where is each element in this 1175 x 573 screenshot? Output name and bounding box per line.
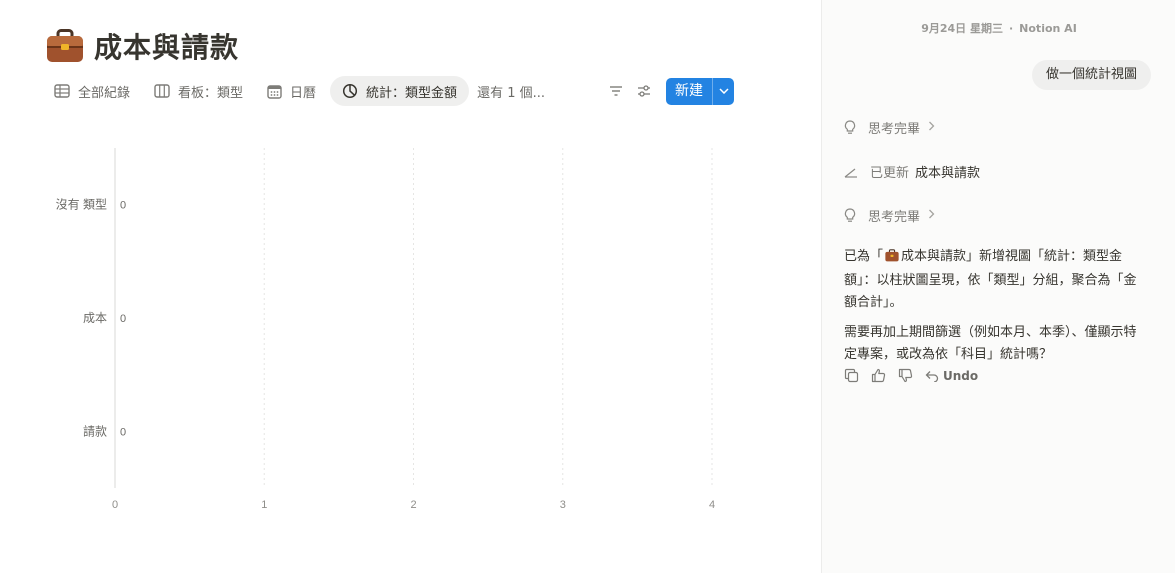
x-tick-label: 0 bbox=[112, 499, 118, 511]
assistant-name: Notion AI bbox=[1019, 22, 1077, 35]
page-title[interactable]: 成本與請款 bbox=[94, 26, 239, 66]
undo-button[interactable]: Undo bbox=[925, 369, 978, 383]
data-label: 0 bbox=[120, 200, 126, 212]
chevron-down-icon[interactable] bbox=[712, 77, 734, 105]
tab-label: 全部紀錄 bbox=[78, 85, 131, 101]
tab-board-type[interactable]: 看板：類型 bbox=[144, 76, 253, 106]
chevron-right-icon bbox=[928, 208, 947, 223]
message-actions: Undo bbox=[844, 368, 990, 383]
settings-sliders-icon[interactable] bbox=[632, 79, 656, 103]
answer-paragraph: 已為「 成本與請款」新增視圖「統計：類型金額」：以柱狀圖呈現，依「類型」分組，聚合… bbox=[844, 246, 1144, 314]
tab-label: 統計：類型金額 bbox=[366, 85, 458, 101]
tab-label: 日曆 bbox=[290, 85, 317, 101]
edit-icon bbox=[844, 168, 857, 178]
y-tick-label: 請款 bbox=[83, 424, 107, 438]
new-button-label: 新建 bbox=[675, 82, 703, 99]
step-label: 思考完畢 bbox=[868, 122, 921, 137]
thumbs-up-icon[interactable] bbox=[871, 368, 886, 383]
lightbulb-icon bbox=[844, 120, 856, 134]
tab-chart-type-amount[interactable]: 統計：類型金額 bbox=[330, 76, 470, 106]
table-icon bbox=[54, 84, 70, 98]
user-message[interactable]: 做一個統計視圖 bbox=[1031, 60, 1151, 90]
board-icon bbox=[154, 84, 170, 98]
bar-chart: 0 1 2 3 4 沒有 類型 0 成本 0 請款 0 bbox=[56, 148, 715, 511]
lightbulb-icon bbox=[844, 208, 856, 222]
data-label: 0 bbox=[120, 313, 126, 325]
data-label: 0 bbox=[120, 426, 126, 438]
answer-paragraph: 需要再加上期間篩選（例如本月、本季）、僅顯示特定專案，或改為依「科目」統計嗎？ bbox=[844, 325, 1137, 362]
briefcase-icon[interactable] bbox=[46, 27, 84, 65]
updated-page-link[interactable]: 成本與請款 bbox=[915, 162, 980, 181]
chevron-right-icon bbox=[928, 120, 947, 135]
tab-all-records[interactable]: 全部紀錄 bbox=[44, 76, 140, 106]
y-tick-label: 沒有 類型 bbox=[56, 198, 107, 212]
view-toolbar: 全部紀錄 看板：類型 日曆 統計：類型金額 還有 1 個... 新建 bbox=[44, 76, 734, 106]
chat-date: 9月24日 星期三 bbox=[921, 22, 1003, 35]
x-tick-label: 1 bbox=[261, 499, 267, 511]
copy-icon[interactable] bbox=[844, 368, 859, 383]
x-tick-label: 4 bbox=[709, 499, 715, 511]
database-page: 成本與請款 全部紀錄 看板：類型 日曆 統計：類型金額 還有 1 個... 新建 bbox=[0, 0, 821, 573]
separator: · bbox=[1008, 22, 1014, 35]
page-header: 成本與請款 bbox=[46, 24, 239, 68]
x-tick-label: 3 bbox=[560, 499, 566, 511]
step-label: 已更新 bbox=[870, 166, 910, 181]
briefcase-icon bbox=[885, 248, 899, 270]
chart-container: 0 1 2 3 4 沒有 類型 0 成本 0 請款 0 bbox=[0, 130, 760, 530]
filter-icon[interactable] bbox=[604, 79, 628, 103]
thinking-step[interactable]: 思考完畢 bbox=[844, 206, 947, 225]
tab-calendar[interactable]: 日曆 bbox=[257, 76, 326, 106]
thinking-step[interactable]: 思考完畢 bbox=[844, 118, 947, 137]
answer-page-link[interactable]: 成本與請款 bbox=[901, 249, 966, 264]
x-tick-label: 2 bbox=[410, 499, 416, 511]
thumbs-down-icon[interactable] bbox=[898, 368, 913, 383]
tab-label: 看板：類型 bbox=[178, 85, 244, 101]
more-views-link[interactable]: 還有 1 個... bbox=[477, 82, 545, 101]
updated-step[interactable]: 已更新 成本與請款 bbox=[844, 162, 980, 181]
calendar-icon bbox=[267, 84, 282, 99]
undo-icon bbox=[925, 370, 939, 382]
answer-text: 已為「 bbox=[844, 249, 884, 264]
new-button[interactable]: 新建 bbox=[666, 77, 734, 105]
y-tick-label: 成本 bbox=[83, 311, 107, 325]
step-label: 思考完畢 bbox=[868, 210, 921, 225]
chat-header: 9月24日 星期三 · Notion AI bbox=[822, 20, 1175, 36]
chart-icon bbox=[342, 83, 358, 99]
ai-side-panel: 9月24日 星期三 · Notion AI 做一個統計視圖 思考完畢 已更新 成本與… bbox=[821, 0, 1175, 573]
undo-label: Undo bbox=[943, 368, 979, 383]
ai-answer: 已為「 成本與請款」新增視圖「統計：類型金額」：以柱狀圖呈現，依「類型」分組，聚合… bbox=[844, 246, 1144, 374]
